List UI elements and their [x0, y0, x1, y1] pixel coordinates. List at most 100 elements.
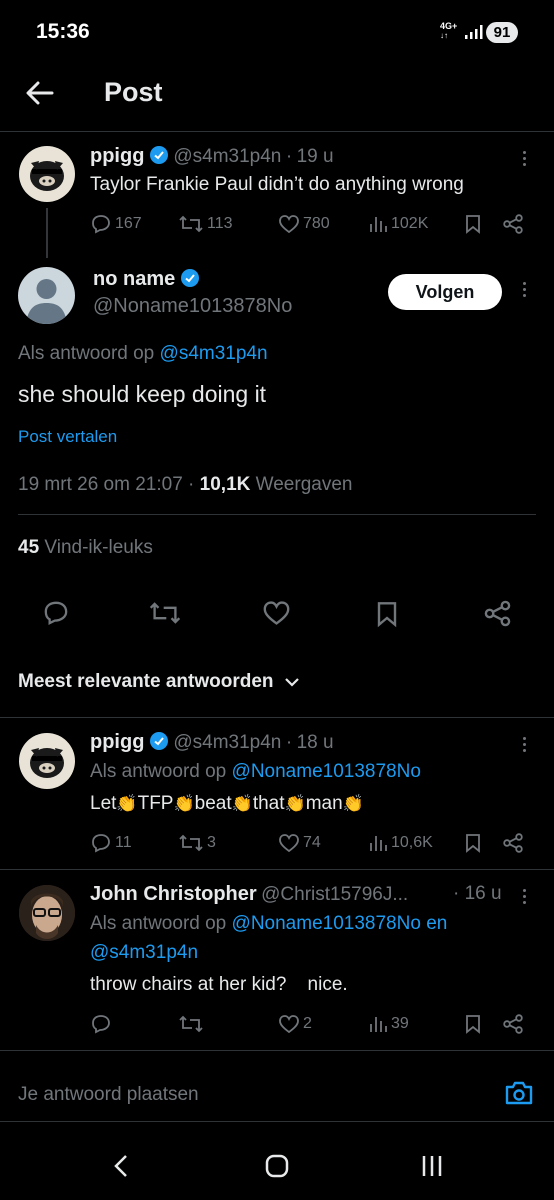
bookmark-icon [466, 834, 480, 853]
heart-icon [279, 834, 299, 853]
share-button[interactable] [502, 1014, 524, 1034]
bookmark-button[interactable] [464, 214, 502, 234]
translate-link[interactable]: Post vertalen [18, 427, 117, 447]
views-button[interactable]: 10,6K [368, 833, 464, 853]
separator: · [453, 883, 460, 904]
system-back-button[interactable] [113, 1154, 129, 1178]
reply-context: Als antwoord op @Noname1013878No en [90, 913, 447, 935]
reply-to-link[interactable]: @s4m31p4n [160, 343, 268, 364]
heart-icon [279, 215, 299, 234]
author-name[interactable]: ppigg [90, 145, 144, 167]
reply-to-link[interactable]: @Noname1013878No [232, 761, 421, 782]
like-button[interactable]: 74 [278, 833, 368, 853]
word: beat [194, 793, 232, 814]
replies-sort-dropdown[interactable]: Meest relevante antwoorden [18, 671, 300, 693]
like-button[interactable]: 780 [278, 214, 368, 234]
pig-avatar-icon [30, 748, 64, 778]
camera-button[interactable] [504, 1080, 534, 1106]
author-handle[interactable]: @s4m31p4n [173, 732, 281, 753]
camera-icon [505, 1081, 533, 1105]
author-handle[interactable]: @Christ15796J... [261, 884, 408, 905]
reply-button[interactable]: 11 [90, 833, 178, 853]
reply-button[interactable] [90, 1014, 178, 1034]
main-reply-button[interactable] [42, 600, 70, 626]
repost-button[interactable] [178, 1014, 278, 1034]
repost-button[interactable]: 3 [178, 833, 278, 853]
avatar-john-christopher[interactable] [19, 885, 75, 941]
share-icon [484, 600, 511, 627]
repost-icon [149, 602, 181, 624]
views-count: 102K [391, 215, 429, 232]
likes-stat[interactable]: 45 Vind-ik-leuks [18, 537, 153, 559]
parent-actions: 167 113 780 102K [90, 214, 530, 234]
reply-age: · 16 u [453, 883, 502, 905]
post-text: she should keep doing it [18, 381, 267, 407]
post-timestamp: 19 mrt 26 om 21:07 [18, 474, 183, 495]
reply-to-link-2[interactable]: @s4m31p4n [90, 942, 198, 964]
word: TFP [137, 793, 174, 814]
clap-emoji-icon: 👏 [173, 794, 195, 813]
reply-count: 167 [115, 215, 142, 232]
home-icon [265, 1154, 289, 1178]
bookmark-icon [377, 602, 397, 628]
system-home-button[interactable] [265, 1154, 289, 1178]
verified-badge-icon [149, 732, 168, 750]
repost-button[interactable]: 113 [178, 214, 278, 234]
post-text: Taylor Frankie Paul didn’t do anything w… [90, 174, 464, 195]
reply-count: 11 [115, 834, 132, 851]
reply-header: ppigg @s4m31p4n · 18 u [90, 731, 334, 754]
share-icon [503, 214, 523, 234]
reply-button[interactable]: 167 [90, 214, 178, 234]
back-button[interactable] [26, 80, 54, 106]
main-repost-button[interactable] [148, 600, 182, 626]
post-meta: 19 mrt 26 om 21:07 · 10,1K Weergaven [18, 474, 352, 496]
more-options-icon[interactable] [523, 151, 527, 169]
reply-input[interactable]: Je antwoord plaatsen [18, 1084, 199, 1106]
clap-emoji-icon: 👏 [284, 794, 306, 813]
reply-icon [92, 834, 110, 853]
reply-conjunction: en [426, 913, 448, 934]
main-like-button[interactable] [262, 600, 291, 626]
avatar-ppigg[interactable] [19, 146, 75, 202]
back-arrow-icon [26, 81, 54, 105]
reply-to-link[interactable]: @Noname1013878No [232, 913, 421, 934]
avatar-ppigg[interactable] [19, 733, 75, 789]
verified-badge-icon [180, 269, 199, 287]
bookmark-button[interactable] [464, 833, 502, 853]
views-icon [370, 217, 387, 232]
sort-label: Meest relevante antwoorden [18, 671, 274, 692]
main-bookmark-button[interactable] [375, 600, 399, 628]
separator: · [285, 732, 293, 753]
share-button[interactable] [502, 833, 524, 853]
like-button[interactable]: 2 [278, 1014, 368, 1034]
reply-context: Als antwoord op @s4m31p4n [18, 343, 268, 365]
views-icon [370, 1017, 387, 1032]
author-handle[interactable]: @Noname1013878No [93, 295, 292, 318]
views-button[interactable]: 102K [368, 214, 464, 234]
more-options-icon[interactable] [523, 737, 527, 755]
system-recents-button[interactable] [420, 1154, 444, 1178]
main-share-button[interactable] [483, 600, 512, 627]
separator: · [188, 474, 195, 495]
author-name[interactable]: ppigg [90, 731, 144, 753]
author-name[interactable]: John Christopher [90, 883, 257, 905]
chevron-down-icon [284, 678, 299, 687]
composer-divider [0, 1121, 554, 1122]
more-options-icon[interactable] [523, 282, 527, 300]
author-handle[interactable]: @s4m31p4n [173, 146, 281, 167]
recents-icon [422, 1156, 442, 1176]
author-name[interactable]: no name [93, 268, 175, 290]
thread-line [46, 208, 48, 258]
more-options-icon[interactable] [523, 889, 527, 907]
views-button[interactable]: 39 [368, 1014, 464, 1034]
share-button[interactable] [502, 214, 524, 234]
person-avatar-icon [19, 885, 75, 941]
reply-icon [92, 215, 110, 234]
avatar-no-name[interactable] [18, 267, 75, 324]
views-count: 39 [391, 1015, 409, 1032]
reply-actions: 2 39 [90, 1014, 530, 1034]
follow-button[interactable]: Volgen [388, 274, 502, 310]
bookmark-button[interactable] [464, 1014, 502, 1034]
like-count: 74 [303, 834, 321, 851]
heart-icon [263, 601, 290, 625]
